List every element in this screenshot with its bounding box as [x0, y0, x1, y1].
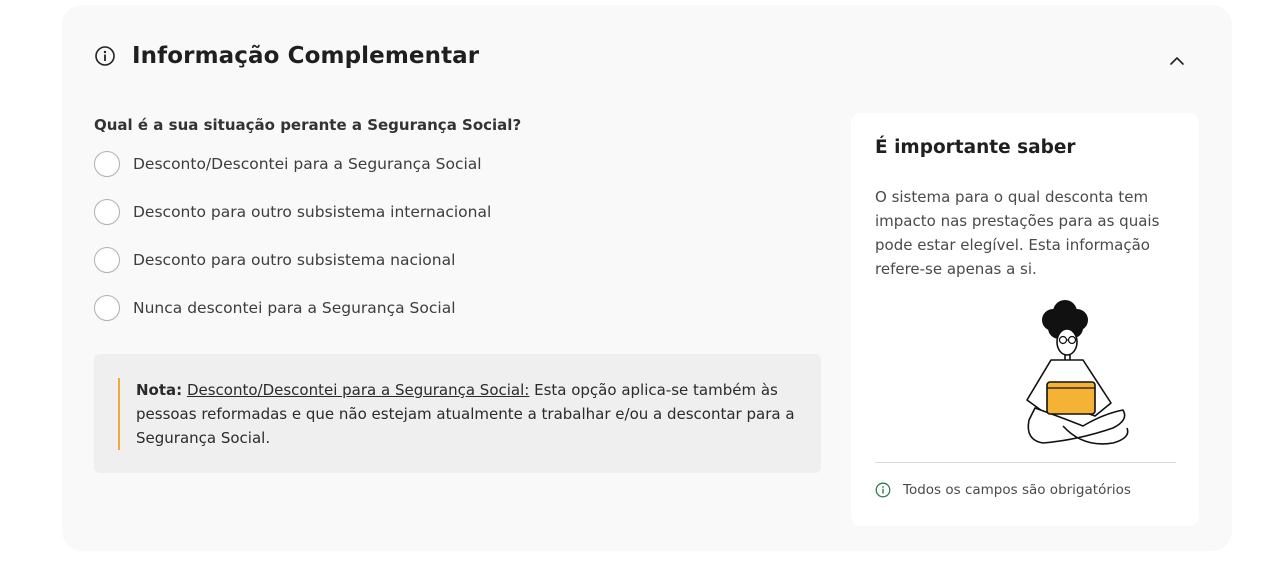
radio-option-subsistema-nacional[interactable]: Desconto para outro subsistema nacional [94, 247, 455, 273]
info-sidebar: É importante saber O sistema para o qual… [851, 113, 1199, 526]
sidebar-text: O sistema para o qual desconta tem impac… [875, 188, 1160, 278]
radio-option-label[interactable]: Nunca descontei para a Segurança Social [133, 299, 456, 317]
sidebar-divider [875, 462, 1176, 463]
radio-option-subsistema-internacional[interactable]: Desconto para outro subsistema internaci… [94, 199, 491, 225]
note-prefix: Nota: [136, 381, 183, 399]
collapse-button[interactable] [1166, 49, 1188, 71]
radio-option-desconto-seguranca-social[interactable]: Desconto/Descontei para a Segurança Soci… [94, 151, 482, 177]
radio-option-nunca-descontei[interactable]: Nunca descontei para a Segurança Social [94, 295, 456, 321]
chevron-up-icon [1169, 51, 1185, 70]
info-circle-icon [875, 482, 891, 498]
radio-button[interactable] [94, 295, 120, 321]
note-box: Nota: Desconto/Descontei para a Seguranç… [94, 354, 821, 473]
complementary-info-card: Informação Complementar Qual é a sua sit… [62, 5, 1232, 551]
note-link: Desconto/Descontei para a Segurança Soci… [186, 381, 530, 399]
radio-button[interactable] [94, 151, 120, 177]
radio-option-label[interactable]: Desconto para outro subsistema nacional [133, 251, 455, 269]
note-accent-bar [118, 378, 120, 450]
note-text: Nota: Desconto/Descontei para a Seguranç… [136, 378, 804, 450]
question-label: Qual é a sua situação perante a Seguranç… [94, 116, 522, 134]
required-fields-note: Todos os campos são obrigatórios [875, 482, 1131, 498]
required-fields-text: Todos os campos são obrigatórios [903, 482, 1131, 498]
radio-button[interactable] [94, 199, 120, 225]
radio-option-label[interactable]: Desconto para outro subsistema internaci… [133, 203, 491, 221]
radio-button[interactable] [94, 247, 120, 273]
section-header: Informação Complementar [94, 43, 479, 69]
person-with-laptop-illustration [1023, 298, 1133, 453]
sidebar-title: É importante saber [875, 137, 1076, 158]
section-title: Informação Complementar [132, 43, 480, 69]
radio-option-label[interactable]: Desconto/Descontei para a Segurança Soci… [133, 155, 482, 173]
info-circle-icon [94, 45, 116, 67]
